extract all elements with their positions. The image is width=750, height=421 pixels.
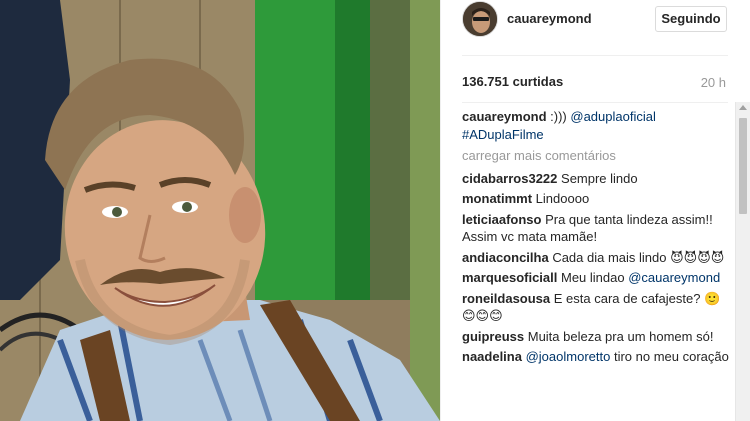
list-item: andiaconcilha Cada dia mais lindo 😈😈😈😈 [462, 249, 732, 267]
comments-scrollbar[interactable] [735, 102, 750, 421]
comment-username[interactable]: monatimmt [462, 191, 532, 206]
comments-list: cauareymond :))) @aduplaoficial #ADuplaF… [462, 108, 732, 369]
comment-text: tiro no meu coração [610, 349, 729, 364]
comment-text: Meu lindao [557, 270, 629, 285]
comment-username[interactable]: guipreuss [462, 329, 524, 344]
comment-text: Muita beleza pra um homem só! [524, 328, 714, 344]
avatar[interactable] [462, 1, 498, 37]
post-header: cauareymond Seguindo [441, 0, 750, 46]
load-more-comments-link[interactable]: carregar mais comentários [462, 147, 732, 165]
list-item: leticiaafonso Pra que tanta lindeza assi… [462, 211, 732, 246]
list-item: cidabarros3222 Sempre lindo [462, 170, 732, 188]
caption-hashtag[interactable]: #ADuplaFilme [462, 127, 544, 142]
comment-mention[interactable]: @cauareymond [628, 270, 720, 285]
avatar-image [463, 2, 497, 36]
list-item: monatimmt Lindoooo [462, 190, 732, 208]
header-divider [462, 55, 728, 56]
comment-username[interactable]: roneildasousa [462, 291, 550, 306]
comment-text: Lindoooo [532, 191, 590, 206]
list-item: marquesoficiall Meu lindao @cauareymond [462, 269, 732, 287]
comment-text: Sempre lindo [557, 170, 638, 186]
caption-username[interactable]: cauareymond [462, 109, 547, 124]
caption-text: :))) [546, 109, 571, 124]
caption: cauareymond :))) @aduplaoficial #ADuplaF… [462, 108, 732, 143]
list-item: guipreuss Muita beleza pra um homem só! [462, 328, 732, 346]
list-item: naadelina @joaolmoretto tiro no meu cora… [462, 348, 732, 366]
comment-username[interactable]: marquesoficiall [462, 270, 557, 285]
selfie-image [0, 0, 440, 421]
following-button[interactable]: Seguindo [655, 6, 727, 32]
post-details-panel: cauareymond Seguindo 136.751 curtidas 20… [440, 0, 750, 421]
comment-mention[interactable]: @joaolmoretto [526, 349, 611, 364]
comment-username[interactable]: leticiaafonso [462, 212, 541, 227]
comment-text: Cada dia mais lindo 😈😈😈😈 [548, 249, 725, 265]
list-item: roneildasousa E esta cara de cafajeste? … [462, 290, 732, 325]
scroll-up-arrow-icon[interactable] [739, 105, 747, 110]
comment-username[interactable]: andiaconcilha [462, 250, 549, 265]
post-time[interactable]: 20 h [701, 75, 726, 90]
post-photo[interactable] [0, 0, 440, 421]
caption-mention[interactable]: @aduplaoficial [570, 109, 655, 124]
likes-count[interactable]: 136.751 curtidas [462, 74, 563, 89]
comment-username[interactable]: naadelina [462, 349, 522, 364]
comment-username[interactable]: cidabarros3222 [462, 171, 557, 186]
scrollbar-thumb[interactable] [739, 118, 747, 214]
post-author-username[interactable]: cauareymond [507, 11, 592, 26]
stats-divider [462, 102, 728, 103]
